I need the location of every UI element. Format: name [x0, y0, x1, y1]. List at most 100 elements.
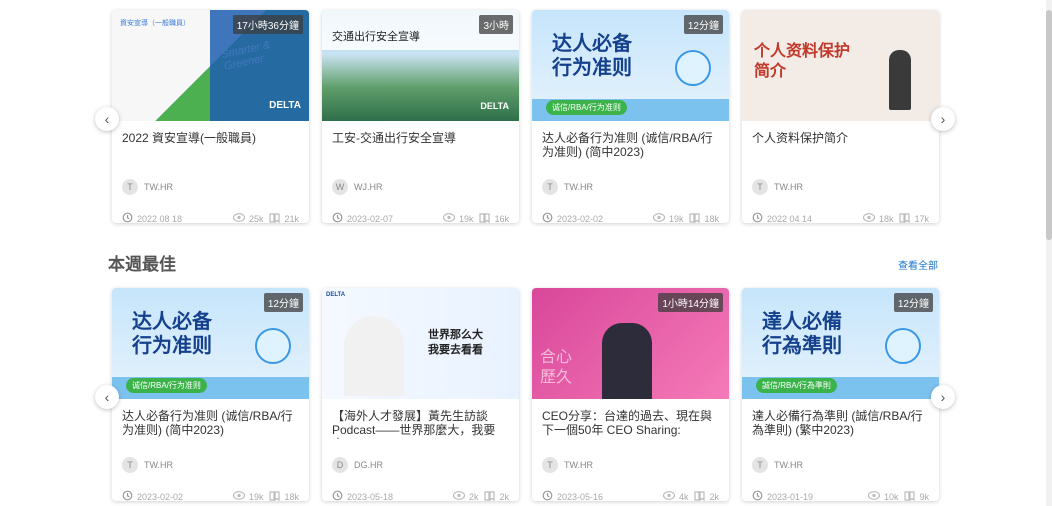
course-title[interactable]: 个人资料保护简介 — [742, 131, 939, 161]
history-icon — [332, 490, 347, 501]
course-title[interactable]: CEO分享：台達的過去、現在與下一個50年 CEO Sharing: Delta… — [532, 409, 729, 439]
publish-date: 2022 08 18 — [122, 212, 227, 223]
avatar: W — [332, 179, 348, 195]
delta-logo: DELTA — [269, 100, 301, 111]
course-thumbnail[interactable]: 達人必備 行為準則 誠信/RBA/行為準則 12分鐘 — [742, 288, 939, 399]
eye-icon — [452, 491, 469, 501]
carousel-prev-button[interactable]: ‹ — [95, 385, 119, 409]
course-thumbnail[interactable]: 合心 歷久 1小時14分鐘 — [532, 288, 729, 399]
view-all-link[interactable]: 查看全部 — [898, 257, 938, 272]
author-name: TW.HR — [774, 460, 803, 470]
eye-icon — [867, 491, 884, 501]
author: T TW.HR — [112, 457, 309, 473]
view-count: 4k — [662, 491, 688, 501]
speaker-photo — [602, 323, 652, 399]
carousel-next-button[interactable]: › — [931, 385, 955, 409]
history-icon — [542, 490, 557, 501]
bookmark-icon — [904, 490, 919, 502]
course-card[interactable]: 資安宣導（一般職員）Smarter & GreenerDELTA17小時36分鐘… — [112, 10, 309, 223]
course-meta: 2023-01-19 10k 9k — [742, 490, 939, 501]
section-title: 本週最佳 — [108, 255, 176, 274]
avatar: D — [332, 457, 348, 473]
history-icon — [542, 212, 557, 223]
eye-icon — [662, 491, 679, 501]
eye-icon — [232, 491, 249, 501]
course-meta: 2023-02-02 19k 18k — [532, 212, 729, 223]
course-meta: 2023-02-07 19k 16k — [322, 212, 519, 223]
robot-mascot — [885, 328, 921, 364]
course-thumbnail[interactable]: 达人必备 行为准则诚信/RBA/行为准则 12分鐘 — [532, 10, 729, 121]
chevron-right-icon: › — [940, 389, 946, 405]
bookmark-icon — [689, 212, 704, 224]
author: W WJ.HR — [322, 179, 519, 195]
bookmark-icon — [899, 212, 914, 224]
course-card[interactable]: DELTA 世界那么大 我要去看看【海外人才發展】黃先生訪談 Podcast——世… — [322, 288, 519, 501]
page-scrollbar[interactable] — [1046, 0, 1052, 506]
carousel-best-of-week: 达人必备 行为准则 诚信/RBA/行为准则 12分鐘达人必备行为准则 (诚信/RBA… — [112, 288, 939, 501]
carousel-next-button[interactable]: › — [931, 107, 955, 131]
course-card[interactable]: 达人必备 行为准则 诚信/RBA/行为准则 12分鐘达人必备行为准则 (诚信/RBA… — [112, 288, 309, 501]
bookmark-icon — [484, 490, 499, 502]
author: T TW.HR — [742, 179, 939, 195]
author: T TW.HR — [742, 457, 939, 473]
course-thumbnail[interactable]: 个人资料保护 简介 — [742, 10, 939, 121]
carousel-prev-button[interactable]: ‹ — [95, 107, 119, 131]
eye-icon — [652, 213, 669, 223]
save-count: 9k — [904, 490, 929, 502]
thumb-tag: 誠信/RBA/行為準則 — [756, 378, 837, 393]
save-count: 2k — [694, 490, 719, 501]
delta-logo: DELTA — [480, 101, 509, 111]
course-meta: 2023-02-02 19k 18k — [112, 490, 309, 501]
save-count: 16k — [479, 212, 509, 223]
duration-badge: 12分鐘 — [893, 293, 933, 312]
save-count: 18k — [269, 490, 299, 501]
course-title[interactable]: 2022 資安宣導(一般職員) — [112, 131, 309, 161]
course-meta: 2022 04 14 18k 17k — [742, 212, 939, 223]
publish-date: 2023-01-19 — [752, 490, 862, 501]
robot-mascot — [255, 328, 291, 364]
thumb-caption: 达人必备 行为准则 — [552, 33, 632, 79]
publish-date: 2023-05-16 — [542, 490, 657, 501]
author: T TW.HR — [532, 179, 729, 195]
history-icon — [752, 490, 767, 501]
course-title[interactable]: 【海外人才發展】黃先生訪談 Podcast——世界那麼大，我要去... — [322, 409, 519, 439]
course-thumbnail[interactable]: 資安宣導（一般職員）Smarter & GreenerDELTA17小時36分鐘 — [112, 10, 309, 121]
view-count: 19k — [652, 213, 683, 223]
avatar: T — [542, 179, 558, 195]
course-card[interactable]: 个人资料保护 简介个人资料保护简介 T TW.HR 2022 04 14 18k 17k — [742, 10, 939, 223]
robot-mascot — [675, 50, 711, 86]
author-name: TW.HR — [144, 460, 173, 470]
course-card[interactable]: 交通出行安全宣導 DELTA 3小時 工安-交通出行安全宣導 W WJ.HR 2023-02… — [322, 10, 519, 223]
course-thumbnail[interactable]: 达人必备 行为准则 诚信/RBA/行为准则 12分鐘 — [112, 288, 309, 399]
view-count: 25k — [232, 213, 263, 223]
thumb-tag: 诚信/RBA/行为准则 — [546, 100, 627, 115]
eye-icon — [232, 213, 249, 223]
duration-badge: 12分鐘 — [683, 15, 723, 34]
view-count: 2k — [452, 491, 478, 501]
course-title[interactable]: 達人必備行為準則 (誠信/RBA/行為準則) (繁中2023) — [742, 409, 939, 439]
course-title[interactable]: 达人必备行为准则 (诚信/RBA/行为准则) (简中2023) — [112, 409, 309, 439]
avatar: T — [542, 457, 558, 473]
course-thumbnail[interactable]: DELTA 世界那么大 我要去看看 — [322, 288, 519, 399]
course-title[interactable]: 工安-交通出行安全宣導 — [322, 131, 519, 161]
duration-badge: 17小時36分鐘 — [232, 15, 303, 34]
thumb-caption: 合心 歷久 — [540, 349, 573, 386]
scrollbar-thumb[interactable] — [1046, 10, 1052, 240]
duration-badge: 1小時14分鐘 — [658, 293, 723, 312]
course-card[interactable]: 达人必备 行为准则诚信/RBA/行为准则 12分鐘达人必备行为准则 (诚信/RBA… — [532, 10, 729, 223]
thumb-caption: 个人资料保护 简介 — [754, 43, 851, 80]
course-card[interactable]: 合心 歷久 1小時14分鐘 CEO分享：台達的過去、現在與下一個50年 CEO Sh… — [532, 288, 729, 501]
history-icon — [752, 212, 767, 223]
course-meta: 2022 08 18 25k 21k — [112, 212, 309, 223]
course-title[interactable]: 达人必备行为准则 (诚信/RBA/行为准则) (简中2023) — [532, 131, 729, 161]
author-name: WJ.HR — [354, 182, 383, 192]
thumb-caption: 資安宣導（一般職員） — [120, 20, 190, 27]
course-thumbnail[interactable]: 交通出行安全宣導 DELTA 3小時 — [322, 10, 519, 121]
view-count: 10k — [867, 491, 898, 501]
carousel-recommended: 資安宣導（一般職員）Smarter & GreenerDELTA17小時36分鐘… — [112, 10, 939, 223]
eye-icon — [862, 213, 879, 223]
publish-date: 2023-02-02 — [542, 212, 647, 223]
course-card[interactable]: 達人必備 行為準則 誠信/RBA/行為準則 12分鐘 達人必備行為準則 (誠信/RBA… — [742, 288, 939, 501]
save-count: 17k — [899, 212, 929, 224]
view-count: 19k — [442, 213, 473, 223]
